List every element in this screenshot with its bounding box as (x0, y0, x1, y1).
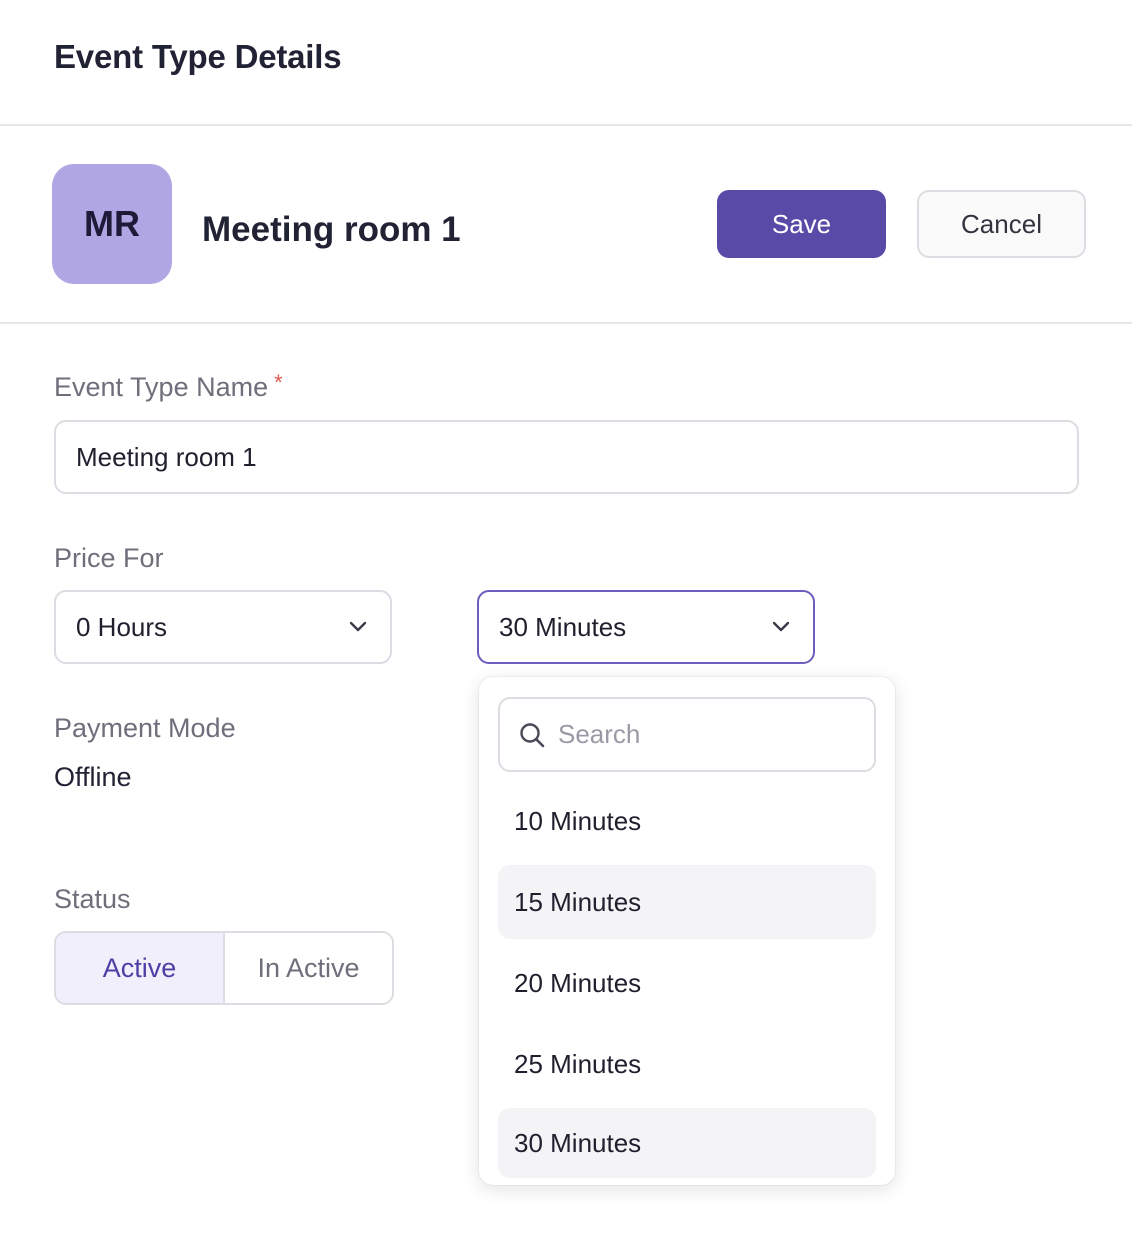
minutes-select[interactable]: 30 Minutes (477, 590, 815, 664)
payment-mode-label: Payment Mode (54, 713, 236, 743)
event-type-details-page: Event Type Details MR Meeting room 1 Sav… (0, 0, 1132, 1242)
price-for-label: Price For (54, 543, 164, 573)
chevron-down-icon (348, 617, 368, 637)
entity-name: Meeting room 1 (202, 210, 461, 249)
section-divider (0, 322, 1132, 324)
header-divider (0, 124, 1132, 126)
event-type-name-label-text: Event Type Name (54, 372, 269, 402)
event-type-name-field[interactable]: Meeting room 1 (54, 420, 1079, 494)
dropdown-option-selected[interactable]: 30 Minutes (498, 1108, 876, 1178)
page-title: Event Type Details (54, 38, 342, 75)
status-option-in-active[interactable]: In Active (225, 933, 392, 1003)
event-type-name-label: Event Type Name * (54, 370, 283, 403)
required-asterisk: * (274, 370, 283, 395)
dropdown-option[interactable]: 20 Minutes (498, 946, 876, 1020)
event-type-name-value: Meeting room 1 (76, 441, 257, 472)
minutes-dropdown-menu: 10 Minutes 15 Minutes 20 Minutes 25 Minu… (479, 677, 895, 1185)
hours-select[interactable]: 0 Hours (54, 590, 392, 664)
hours-select-value: 0 Hours (76, 611, 168, 642)
search-input[interactable] (558, 719, 858, 750)
dropdown-search (498, 697, 876, 772)
status-option-active[interactable]: Active (56, 933, 225, 1003)
chevron-down-icon (771, 617, 791, 637)
dropdown-option[interactable]: 25 Minutes (498, 1027, 876, 1101)
avatar-initials: MR (84, 203, 140, 244)
dropdown-option[interactable]: 15 Minutes (498, 865, 876, 939)
minutes-select-value: 30 Minutes (499, 611, 627, 642)
cancel-button[interactable]: Cancel (917, 190, 1086, 258)
payment-mode-value: Offline (54, 762, 132, 792)
save-button[interactable]: Save (717, 190, 886, 258)
status-label: Status (54, 884, 131, 914)
status-toggle: Active In Active (54, 931, 394, 1005)
search-icon (518, 721, 546, 749)
avatar: MR (52, 164, 172, 284)
dropdown-option[interactable]: 10 Minutes (498, 784, 876, 858)
